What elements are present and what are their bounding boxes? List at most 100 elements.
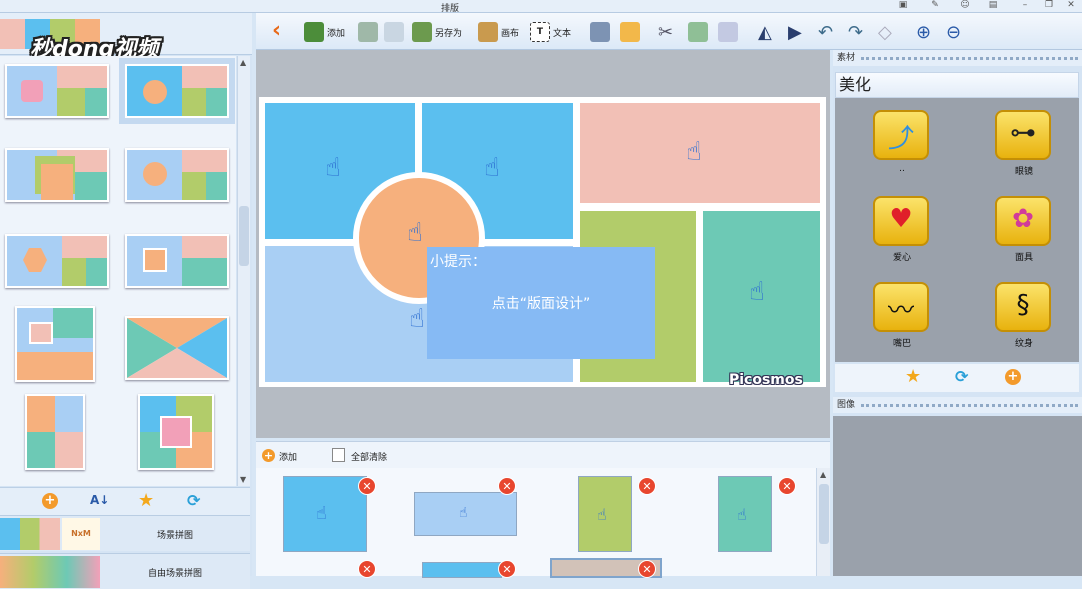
remove-photo-icon[interactable]: ✕: [358, 477, 376, 495]
gift-icon[interactable]: ▤: [986, 0, 1000, 10]
hand-pointer-icon: ☝: [407, 218, 423, 248]
template-item[interactable]: [125, 316, 229, 380]
flip-horizontal-icon[interactable]: ◭: [758, 20, 772, 44]
template-scrollbar[interactable]: ▲ ▼: [237, 56, 250, 486]
template-item[interactable]: [125, 148, 229, 202]
template-item[interactable]: [25, 394, 85, 470]
template-item[interactable]: [5, 64, 109, 118]
add-material-icon[interactable]: +: [1005, 369, 1021, 385]
material-item-mustache[interactable]: 〰嘴巴: [857, 274, 937, 354]
template-header: 秒dong视频: [0, 13, 252, 62]
material-item-heart[interactable]: ♥ 爱心: [857, 188, 937, 268]
scroll-thumb[interactable]: [239, 206, 249, 266]
pencil-icon[interactable]: ✎: [928, 0, 942, 10]
template-item[interactable]: [5, 148, 109, 202]
remove-photo-icon[interactable]: ✕: [498, 477, 516, 495]
hand-pointer-icon: ☝: [325, 153, 341, 183]
add-button[interactable]: 添加: [304, 20, 345, 44]
skin-icon[interactable]: ▣: [896, 0, 910, 10]
sort-az-icon[interactable]: A↓: [90, 493, 109, 507]
canvas-icon: [478, 22, 498, 42]
eraser-icon[interactable]: ◇: [878, 20, 892, 44]
mask-icon: ✿: [1012, 204, 1034, 234]
scene-label: 场景拼图: [156, 531, 193, 541]
scroll-down-icon[interactable]: ▼: [240, 475, 246, 484]
brand-watermark: Picosmos: [729, 372, 803, 388]
template-item[interactable]: [125, 234, 229, 288]
photo-scrollbar[interactable]: ▲: [816, 468, 830, 576]
scene-item[interactable]: 自由场景拼图: [0, 553, 250, 589]
refresh-icon[interactable]: ⟳: [187, 491, 200, 510]
download-button[interactable]: [358, 20, 378, 44]
photo-thumbnail[interactable]: ☝: [718, 476, 772, 552]
print-button[interactable]: [590, 20, 610, 44]
edit-button[interactable]: [384, 20, 404, 44]
favorite-star-icon[interactable]: ★: [905, 366, 921, 387]
hint-title: 小提示：: [430, 254, 486, 270]
add-photo-icon[interactable]: +: [262, 449, 275, 462]
back-arrow-icon[interactable]: ‹: [272, 18, 281, 43]
photo-cell[interactable]: ☝: [703, 211, 820, 382]
add-template-icon[interactable]: +: [42, 493, 58, 509]
rotate-right-icon[interactable]: ↷: [848, 20, 863, 44]
images-area[interactable]: [833, 416, 1082, 576]
text-button[interactable]: T 文本: [530, 20, 571, 44]
rotate-left-icon[interactable]: ↶: [818, 20, 833, 44]
photo-strip[interactable]: ☝ ✕ ☝ ✕ ☝ ✕ ☝ ✕ ✕ ✕ ✕: [256, 468, 816, 578]
remove-photo-icon[interactable]: ✕: [358, 560, 376, 578]
remove-photo-icon[interactable]: ✕: [498, 560, 516, 578]
material-item-up[interactable]: ⤴..: [857, 102, 937, 182]
add-image-icon: [304, 22, 324, 42]
canvas-button[interactable]: 画布: [478, 20, 519, 44]
scroll-up-icon[interactable]: ▲: [820, 470, 826, 479]
scene-label: 自由场景拼图: [147, 569, 202, 579]
remove-photo-icon[interactable]: ✕: [778, 477, 796, 495]
template-item[interactable]: [138, 394, 214, 470]
flip-vertical-icon[interactable]: ▶: [788, 20, 802, 44]
template-item[interactable]: [5, 234, 109, 288]
print-icon: [590, 22, 610, 42]
scene-item[interactable]: NxM 场景拼图: [0, 515, 250, 551]
material-item-glasses[interactable]: ⊶ 眼镜: [979, 102, 1059, 182]
material-item-mask[interactable]: ✿ 面具: [979, 188, 1059, 268]
up-arrow-icon: ⤴: [887, 124, 914, 154]
minimize-icon[interactable]: –: [1018, 0, 1032, 10]
photo-thumbnail[interactable]: ☝: [283, 476, 367, 552]
add-photo-button[interactable]: 添加: [279, 450, 297, 463]
clear-all-icon[interactable]: [332, 448, 345, 462]
email-button[interactable]: [620, 20, 640, 44]
photo-thumbnail[interactable]: ☝: [414, 492, 517, 536]
cut-icon[interactable]: ✂: [658, 20, 673, 44]
template-panel: 秒dong视频 ▲ ▼ + A↓ ★ ⟳ NxM 场景拼图 自由场景拼图: [0, 13, 252, 589]
restore-icon[interactable]: ❐: [1042, 0, 1056, 10]
layer-button[interactable]: [718, 20, 738, 44]
close-icon[interactable]: ✕: [1064, 0, 1078, 10]
beautify-title[interactable]: 美化: [835, 72, 1079, 98]
scroll-thumb[interactable]: [819, 484, 829, 544]
remove-photo-icon[interactable]: ✕: [638, 560, 656, 578]
material-item-tattoo[interactable]: § 纹身: [979, 274, 1059, 354]
refresh-icon[interactable]: ⟳: [955, 367, 968, 386]
save-as-button[interactable]: 另存为: [412, 20, 462, 44]
template-item-selected[interactable]: [119, 58, 235, 124]
mustache-icon: 〰: [887, 296, 914, 326]
zoom-in-icon[interactable]: ⊕: [916, 20, 931, 44]
scroll-up-icon[interactable]: ▲: [240, 58, 246, 67]
user-icon[interactable]: ☺: [958, 0, 972, 10]
scene-thumbnail: NxM: [0, 518, 100, 550]
heart-icon: ♥: [889, 204, 913, 234]
photo-cell[interactable]: ☝: [580, 103, 820, 203]
download-icon: [358, 22, 378, 42]
template-list[interactable]: [0, 56, 236, 486]
dragon-icon: §: [1016, 290, 1030, 320]
clear-all-button[interactable]: 全部清除: [351, 450, 387, 463]
photo-thumbnail[interactable]: ☝: [578, 476, 632, 552]
zoom-out-icon[interactable]: ⊖: [946, 20, 961, 44]
glasses-icon: ⊶: [1010, 118, 1036, 148]
copy-button[interactable]: [688, 20, 708, 44]
hand-pointer-icon: ☝: [749, 277, 765, 307]
favorite-star-icon[interactable]: ★: [138, 490, 154, 511]
remove-photo-icon[interactable]: ✕: [638, 477, 656, 495]
template-item[interactable]: [15, 306, 95, 382]
materials-grid: ⤴.. ⊶ 眼镜 ♥ 爱心 ✿ 面具 〰嘴巴 § 纹身: [835, 98, 1079, 362]
